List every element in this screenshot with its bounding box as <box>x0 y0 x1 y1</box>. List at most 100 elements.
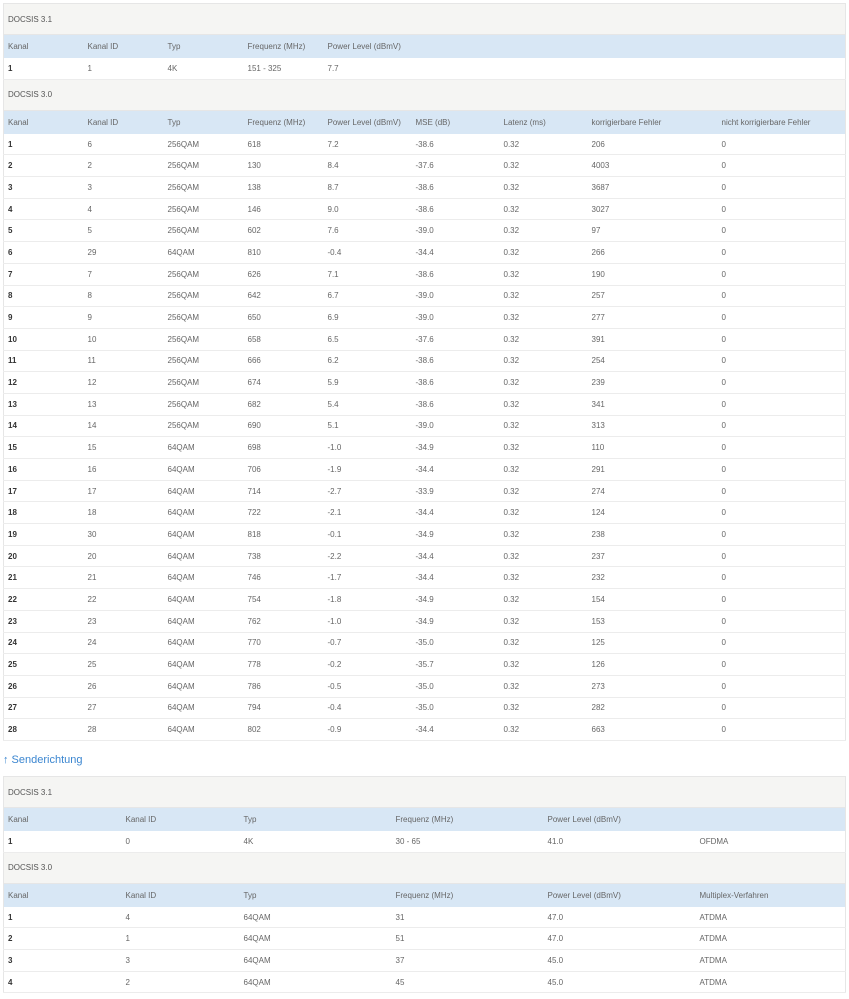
table-row: 26 26 64QAM 786 -0.5 -35.0 0.32 273 0 <box>3 675 846 698</box>
column-header: MSE (dB) <box>411 110 500 134</box>
table-cell: 706 <box>243 458 324 481</box>
table-cell: -39.0 <box>411 306 500 329</box>
table-cell: 7.6 <box>323 219 412 243</box>
table-cell: 0.32 <box>499 588 588 611</box>
table-cell: -0.2 <box>323 653 412 676</box>
table-cell: 0.32 <box>499 198 588 221</box>
upstream-table: DOCSIS 3.1 Kanal Kanal ID Typ Frequenz (MHz)… <box>3 776 846 994</box>
table-cell: 11 <box>3 350 84 373</box>
table-cell: -37.6 <box>411 154 500 178</box>
table-cell: -38.6 <box>411 371 500 394</box>
table-row: 1 1 4K 151 - 325 7.7 <box>3 58 846 80</box>
table-cell: -33.9 <box>411 480 500 503</box>
table-cell: 3027 <box>587 198 718 221</box>
table-cell: 0 <box>717 523 846 546</box>
table-row: 6 29 64QAM 810 -0.4 -34.4 0.32 266 0 <box>3 241 846 264</box>
table-cell: 0.32 <box>499 718 588 741</box>
table-row: 22 22 64QAM 754 -1.8 -34.9 0.32 154 0 <box>3 588 846 611</box>
table-cell: 17 <box>3 480 84 503</box>
upstream-section-heading[interactable]: ↑ Senderichtung <box>3 754 83 766</box>
section-title-row: DOCSIS 3.1 <box>3 3 846 35</box>
table-cell: 64QAM <box>239 927 392 951</box>
table-cell: 0.32 <box>499 501 588 525</box>
table-cell: 273 <box>587 675 718 698</box>
table-cell: 810 <box>243 241 324 264</box>
table-cell: 0 <box>717 393 846 416</box>
table-cell: 0.32 <box>499 306 588 329</box>
table-cell: 0.32 <box>499 675 588 698</box>
table-cell: 0.32 <box>499 133 588 156</box>
table-cell: -38.6 <box>411 133 500 156</box>
table-cell: 23 <box>83 610 164 633</box>
table-cell: ATDMA <box>695 906 846 929</box>
table-cell: 642 <box>243 285 324 308</box>
table-cell: 0.32 <box>499 545 588 568</box>
table-cell: 1 <box>3 906 122 929</box>
table-cell: 24 <box>3 632 84 655</box>
table-cell: 25 <box>83 653 164 676</box>
table-cell: 37 <box>391 949 544 972</box>
table-cell: 18 <box>83 501 164 525</box>
table-cell: 2 <box>83 154 164 178</box>
table-cell: 64QAM <box>163 588 244 611</box>
table-cell: 698 <box>243 436 324 459</box>
table-row: 21 21 64QAM 746 -1.7 -34.4 0.32 232 0 <box>3 566 846 590</box>
table-cell: 64QAM <box>163 241 244 264</box>
table-cell: 47.0 <box>543 906 696 929</box>
table-row: 13 13 256QAM 682 5.4 -38.6 0.32 341 0 <box>3 393 846 416</box>
table-cell: 4003 <box>587 154 718 178</box>
table-cell: 15 <box>3 436 84 459</box>
column-header-row: Kanal Kanal ID Typ Frequenz (MHz) Power Leve… <box>3 883 846 907</box>
table-cell: 0 <box>717 176 846 199</box>
table-cell: 7.7 <box>323 58 412 80</box>
table-cell: 30 <box>83 523 164 546</box>
table-row: 14 14 256QAM 690 5.1 -39.0 0.32 313 0 <box>3 415 846 438</box>
column-header: Power Level (dBmV) <box>323 110 412 134</box>
table-cell: 1 <box>3 133 84 156</box>
table-cell: 8.4 <box>323 154 412 178</box>
table-cell: -34.4 <box>411 501 500 525</box>
table-cell: 1 <box>3 831 122 853</box>
table-row: 28 28 64QAM 802 -0.9 -34.4 0.32 663 0 <box>3 718 846 741</box>
table-row: 1 0 4K 30 - 65 41.0 OFDMA <box>3 831 846 853</box>
table-cell: 19 <box>3 523 84 546</box>
table-cell: 11 <box>83 350 164 373</box>
table-cell: 16 <box>83 458 164 481</box>
table-cell: 274 <box>587 480 718 503</box>
table-cell: 31 <box>391 906 544 929</box>
table-cell: 8.7 <box>323 176 412 199</box>
table-row: 7 7 256QAM 626 7.1 -38.6 0.32 190 0 <box>3 263 846 286</box>
table-cell: 27 <box>83 697 164 720</box>
table-cell: 27 <box>3 697 84 720</box>
table-cell: 738 <box>243 545 324 568</box>
table-row: 15 15 64QAM 698 -1.0 -34.9 0.32 110 0 <box>3 436 846 459</box>
table-cell: 20 <box>3 545 84 568</box>
column-header: Power Level (dBmV) <box>543 883 696 907</box>
table-cell: 770 <box>243 632 324 655</box>
column-header: Kanal ID <box>83 110 164 134</box>
table-cell: 0 <box>717 458 846 481</box>
table-cell: 626 <box>243 263 324 286</box>
table-cell: 714 <box>243 480 324 503</box>
table-cell: 256QAM <box>163 350 244 373</box>
table-cell: 29 <box>83 241 164 264</box>
table-cell: 30 - 65 <box>391 831 544 853</box>
table-cell: 0 <box>717 718 846 741</box>
section-title-row: DOCSIS 3.1 <box>3 776 846 808</box>
table-row: 2 2 256QAM 130 8.4 -37.6 0.32 4003 0 <box>3 154 846 178</box>
table-cell: 277 <box>587 306 718 329</box>
table-cell: 802 <box>243 718 324 741</box>
column-header <box>717 34 846 58</box>
table-cell: 778 <box>243 653 324 676</box>
table-cell: 663 <box>587 718 718 741</box>
table-cell: 14 <box>83 415 164 438</box>
table-cell: -38.6 <box>411 350 500 373</box>
column-header: Kanal <box>3 883 122 907</box>
table-cell: 64QAM <box>163 610 244 633</box>
table-row: 18 18 64QAM 722 -2.1 -34.4 0.32 124 0 <box>3 501 846 525</box>
table-cell: 138 <box>243 176 324 199</box>
table-cell: 0.32 <box>499 610 588 633</box>
column-header: korrigierbare Fehler <box>587 110 718 134</box>
table-cell: 9 <box>3 306 84 329</box>
table-cell: 0 <box>717 371 846 394</box>
